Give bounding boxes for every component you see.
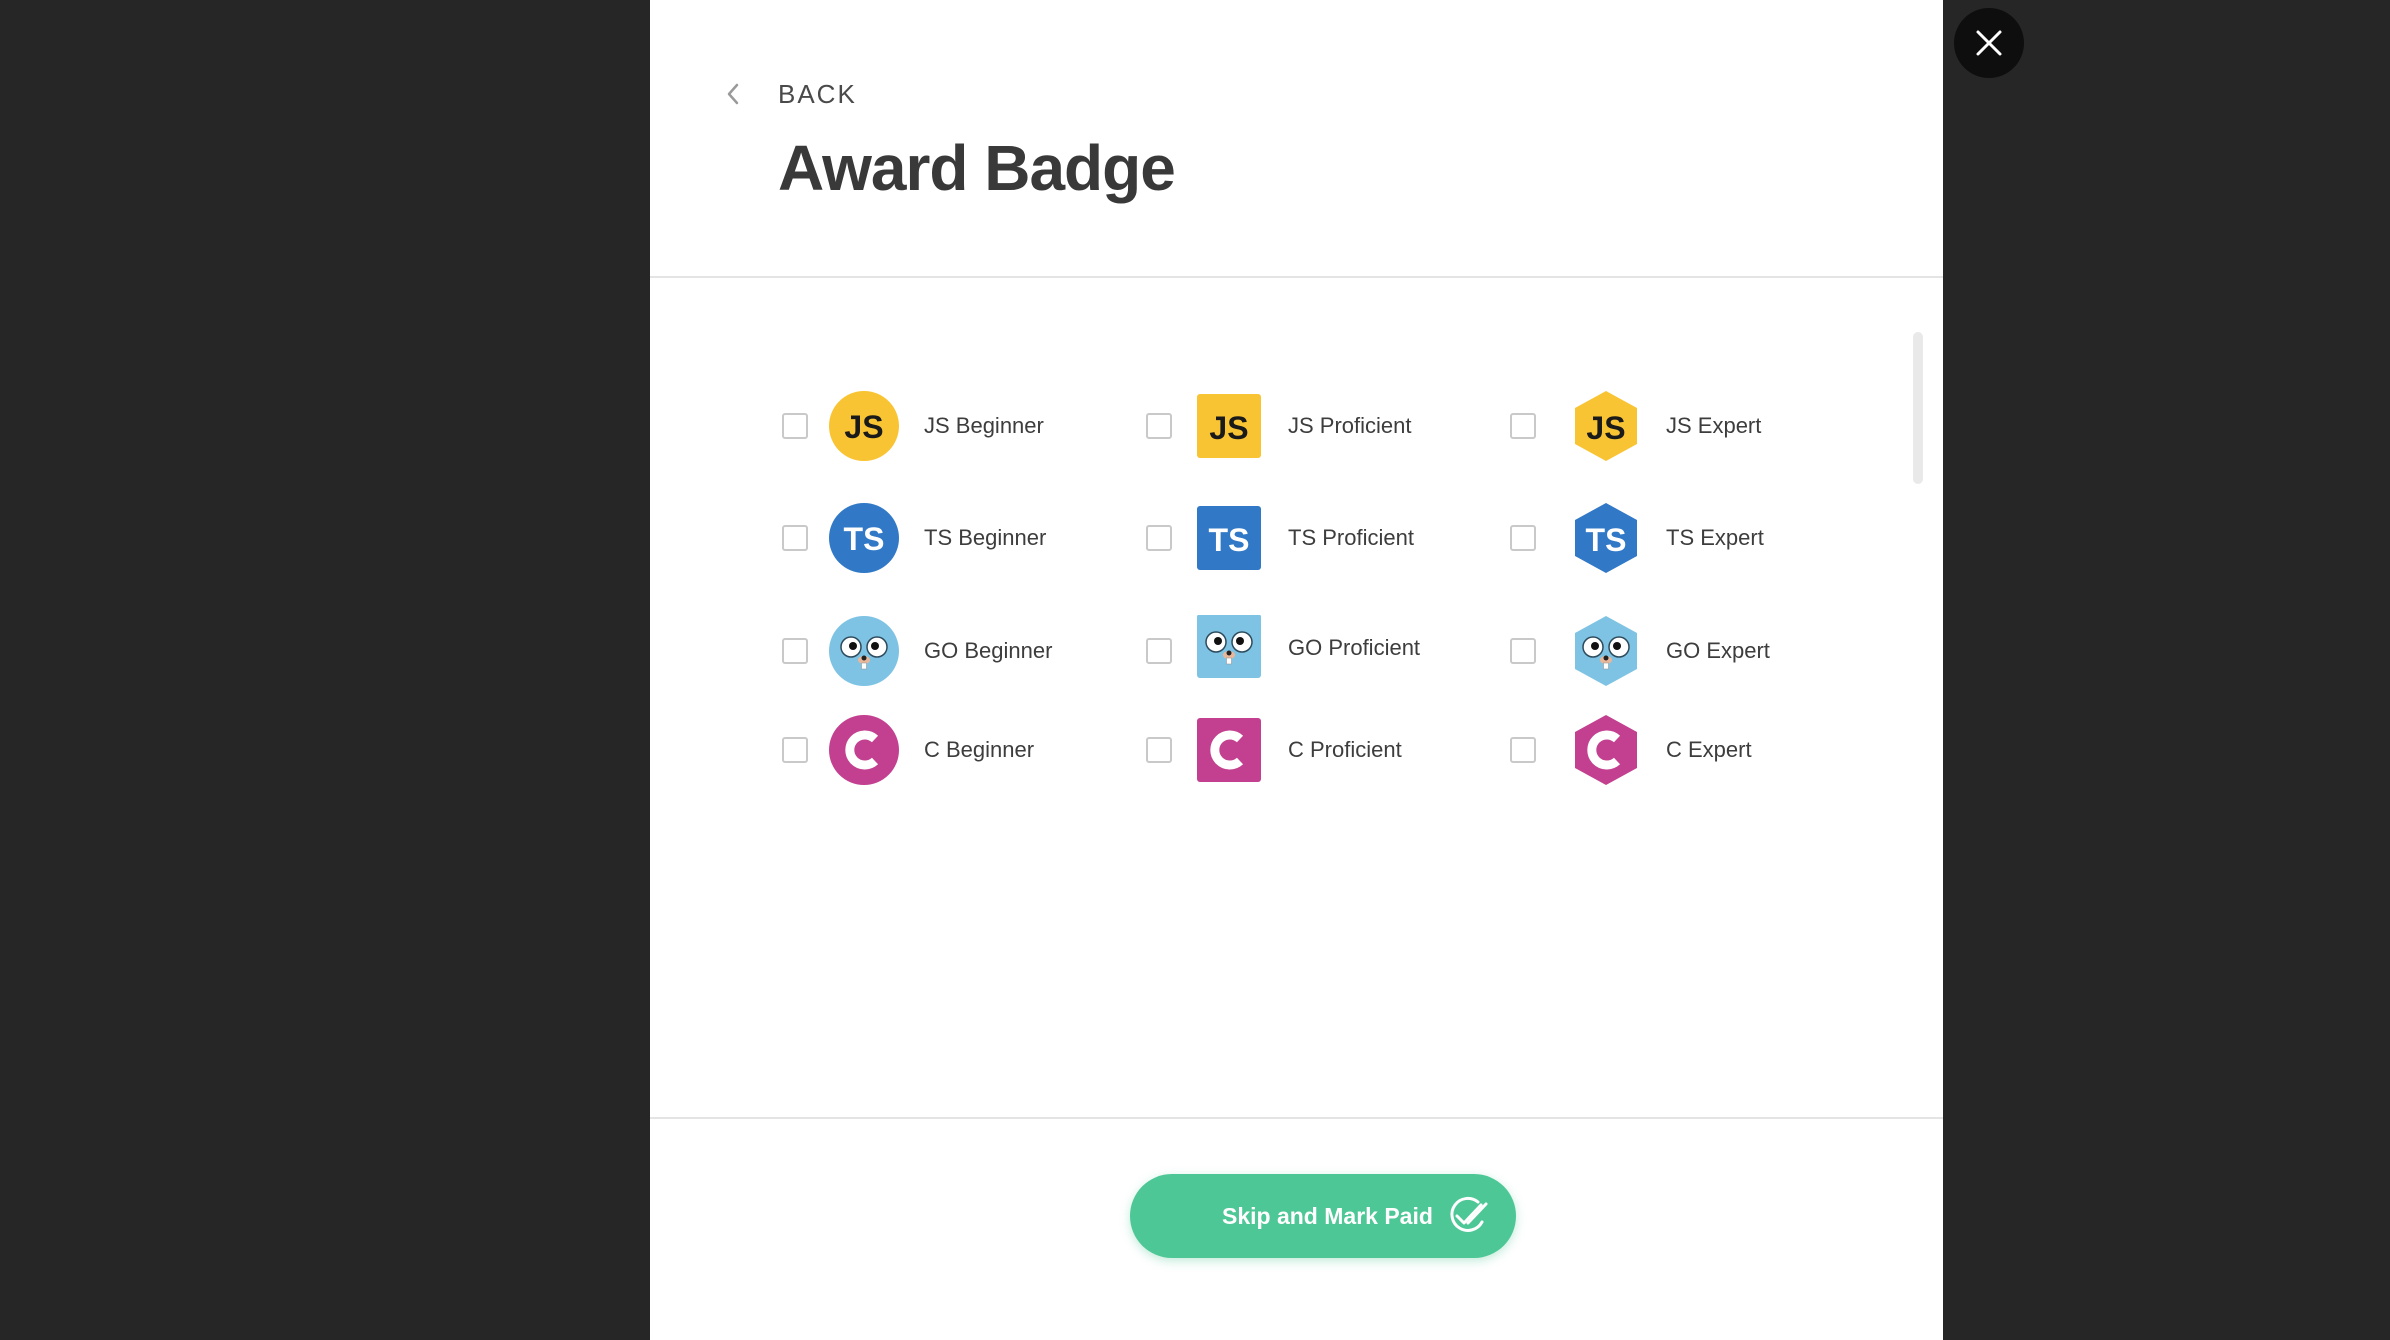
- badge-checkbox[interactable]: [1510, 525, 1536, 551]
- back-button[interactable]: BACK: [722, 78, 857, 110]
- badge-checkbox[interactable]: [1146, 525, 1172, 551]
- badge-label: C Proficient: [1288, 737, 1402, 762]
- page-title: Award Badge: [778, 132, 1176, 204]
- badge-option-js-expert[interactable]: JS JS Expert: [1510, 390, 1874, 462]
- badge-label: GO Beginner: [924, 638, 1053, 663]
- go-gopher-circle-icon: [828, 615, 900, 687]
- close-modal-button[interactable]: [1954, 8, 2024, 78]
- badge-option-js-proficient[interactable]: JS JS Proficient: [1146, 390, 1510, 462]
- badge-option-go-expert[interactable]: GO Expert: [1510, 615, 1874, 687]
- badge-option-go-beginner[interactable]: GO Beginner: [782, 615, 1146, 687]
- badge-label: TS Proficient: [1288, 525, 1414, 550]
- badge-row-ts: TS TS Beginner TS TS Proficient TS TS Ex…: [782, 502, 1874, 574]
- c-circle-icon: [828, 714, 900, 786]
- badge-label: GO Proficient: [1288, 635, 1421, 660]
- go-gopher-square-icon: [1192, 615, 1264, 687]
- badge-option-c-proficient[interactable]: C Proficient: [1146, 714, 1510, 786]
- js-hexagon-icon: JS: [1570, 390, 1642, 462]
- badge-checkbox[interactable]: [1510, 737, 1536, 763]
- badge-option-js-beginner[interactable]: JS JS Beginner: [782, 390, 1146, 462]
- badge-checkbox[interactable]: [782, 413, 808, 439]
- ts-hexagon-icon: TS: [1570, 502, 1642, 574]
- double-check-circle-icon: [1448, 1196, 1492, 1241]
- back-label: BACK: [778, 79, 857, 109]
- ts-circle-icon: TS: [828, 502, 900, 574]
- badge-label: TS Beginner: [924, 525, 1047, 550]
- svg-text:TS: TS: [1586, 522, 1627, 558]
- badge-option-ts-expert[interactable]: TS TS Expert: [1510, 502, 1874, 574]
- ts-square-icon: TS: [1192, 502, 1264, 574]
- badge-option-c-beginner[interactable]: C Beginner: [782, 714, 1146, 786]
- go-gopher-hexagon-icon: [1570, 615, 1642, 687]
- svg-text:JS: JS: [1209, 410, 1248, 446]
- skip-and-mark-paid-button[interactable]: Skip and Mark Paid: [1130, 1174, 1516, 1258]
- badge-label: TS Expert: [1666, 525, 1764, 550]
- badge-label: GO Expert: [1666, 638, 1770, 663]
- badge-checkbox[interactable]: [1146, 413, 1172, 439]
- modal-header: BACK Award Badge: [650, 0, 1943, 278]
- badge-checkbox[interactable]: [782, 737, 808, 763]
- badge-checkbox[interactable]: [1510, 413, 1536, 439]
- badge-row-c-items: C Beginner C Proficient C Expert: [782, 714, 1874, 786]
- svg-text:TS: TS: [844, 521, 885, 557]
- badge-label: JS Expert: [1666, 413, 1762, 438]
- svg-text:JS: JS: [1586, 410, 1625, 446]
- c-square-icon: [1192, 714, 1264, 786]
- badge-label: C Beginner: [924, 737, 1035, 762]
- chevron-left-icon: [722, 79, 744, 109]
- js-square-icon: JS: [1192, 390, 1264, 462]
- badge-row-go: GO Beginner GO Proficient GO Expert: [782, 615, 1874, 687]
- badge-list: JS JS Beginner JS JS Proficient JS JS Ex…: [650, 278, 1943, 1119]
- badge-option-ts-proficient[interactable]: TS TS Proficient: [1146, 502, 1510, 574]
- svg-text:TS: TS: [1209, 522, 1250, 558]
- c-hexagon-icon: [1570, 714, 1642, 786]
- skip-and-mark-paid-label: Skip and Mark Paid: [1222, 1203, 1433, 1229]
- badge-option-ts-beginner[interactable]: TS TS Beginner: [782, 502, 1146, 574]
- badge-checkbox[interactable]: [782, 525, 808, 551]
- badge-label: C Expert: [1666, 737, 1752, 762]
- badge-row-js: JS JS Beginner JS JS Proficient JS JS Ex…: [782, 390, 1874, 462]
- modal-footer: Skip and Mark Paid: [650, 1119, 1943, 1340]
- svg-text:JS: JS: [844, 409, 883, 445]
- scrollbar[interactable]: [1913, 332, 1923, 484]
- award-badge-modal: BACK Award Badge JS JS Beginner JS JS Pr…: [650, 0, 1943, 1340]
- close-icon: [1976, 30, 2002, 56]
- badge-label: JS Beginner: [924, 413, 1044, 438]
- badge-label: JS Proficient: [1288, 413, 1412, 438]
- badge-option-c-expert[interactable]: C Expert: [1510, 714, 1874, 786]
- js-circle-icon: JS: [828, 390, 900, 462]
- badge-checkbox[interactable]: [1146, 737, 1172, 763]
- badge-option-go-proficient[interactable]: GO Proficient: [1146, 615, 1510, 687]
- badge-checkbox[interactable]: [1510, 638, 1536, 664]
- badge-checkbox[interactable]: [1146, 638, 1172, 664]
- badge-checkbox[interactable]: [782, 638, 808, 664]
